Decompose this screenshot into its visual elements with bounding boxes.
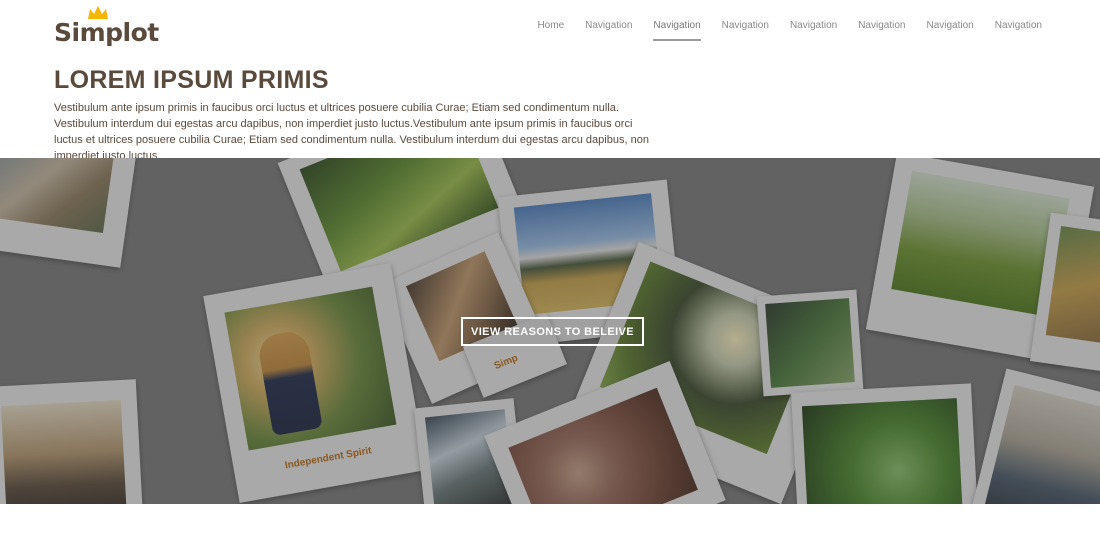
intro-paragraph: Vestibulum ante ipsum primis in faucibus…	[54, 102, 649, 162]
nav-item[interactable]: Navigation	[995, 20, 1042, 41]
hero-collage: Simp Independent Spirit VIEW REASONS TO …	[0, 158, 1100, 504]
site-header: Simplot Home Navigation Navigation Navig…	[0, 0, 1100, 60]
main-nav: Home Navigation Navigation Navigation Na…	[516, 20, 1042, 41]
simplot-logo[interactable]: Simplot	[54, 6, 159, 47]
page-title: LOREM IPSUM PRIMIS	[54, 66, 329, 94]
nav-item-home[interactable]: Home	[537, 20, 564, 41]
nav-item[interactable]: Navigation	[585, 20, 632, 41]
view-reasons-button[interactable]: VIEW REASONS TO BELEIVE	[461, 317, 644, 346]
nav-item-active[interactable]: Navigation	[653, 20, 701, 41]
logo-wordmark: Simplot	[54, 18, 159, 47]
nav-item[interactable]: Navigation	[722, 20, 769, 41]
nav-item[interactable]: Navigation	[926, 20, 973, 41]
nav-item[interactable]: Navigation	[858, 20, 905, 41]
nav-item[interactable]: Navigation	[790, 20, 837, 41]
